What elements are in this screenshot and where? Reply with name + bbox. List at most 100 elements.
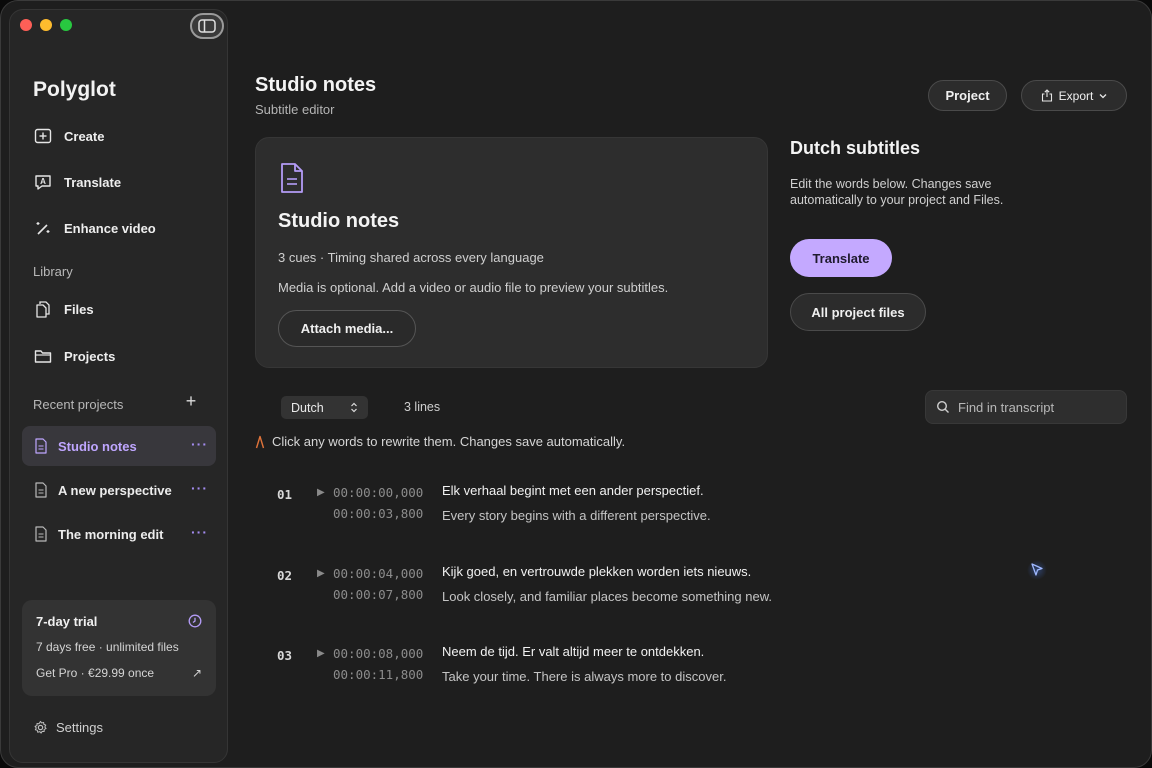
translate-button[interactable]: Translate (790, 239, 892, 277)
cue-translation: Take your time. There is always more to … (442, 669, 727, 684)
card-media-note: Media is optional. Add a video or audio … (278, 280, 669, 295)
export-button[interactable]: Export (1021, 80, 1127, 111)
recent-project-a-new-perspective[interactable]: A new perspective ··· (22, 470, 216, 510)
arrow-up-right-icon: ↗ (191, 666, 202, 680)
language-select-value: Dutch (291, 400, 324, 415)
cue-end-time[interactable]: 00:00:07,800 (333, 587, 423, 602)
magic-wand-icon (34, 219, 52, 237)
lines-count: 3 lines (404, 400, 441, 414)
cue-number: 02 (277, 568, 293, 583)
nav-item-enhance-video[interactable]: Enhance video (22, 209, 217, 247)
document-icon (279, 162, 305, 199)
cue-text[interactable]: Elk verhaal begint met een ander perspec… (442, 483, 704, 498)
library-section-label: Library (33, 264, 73, 279)
nav-item-label: Create (64, 128, 105, 144)
recent-projects-label: Recent projects (33, 397, 124, 412)
edit-hint: Click any words to rewrite them. Changes… (255, 434, 625, 449)
play-icon[interactable]: ▶ (317, 568, 325, 579)
nav-item-projects[interactable]: Projects (22, 337, 217, 375)
edit-cursor-icon (255, 435, 265, 448)
gear-icon (34, 720, 47, 734)
page-subtitle: Subtitle editor (255, 102, 335, 117)
cue-text[interactable]: Neem de tijd. Er valt altijd meer te ont… (442, 644, 704, 659)
cue-number: 01 (277, 487, 293, 502)
window-controls (20, 19, 72, 31)
nav-item-label: Files (64, 301, 94, 317)
zoom-window-button[interactable] (60, 19, 72, 31)
document-icon (35, 526, 47, 542)
cue-start-time[interactable]: 00:00:00,000 (333, 485, 423, 500)
app-name: Polyglot (33, 78, 116, 101)
side-panel-description: Edit the words below. Changes save autom… (790, 177, 1004, 207)
cue-number: 03 (277, 648, 293, 663)
files-icon (34, 300, 52, 318)
settings-label: Settings (56, 720, 103, 735)
cue-start-time[interactable]: 00:00:08,000 (333, 646, 423, 661)
recent-project-label: A new perspective (58, 482, 172, 498)
play-icon[interactable]: ▶ (317, 487, 325, 498)
svg-text:A: A (40, 177, 46, 186)
get-pro-link[interactable]: Get Pro · €29.99 once ↗ (36, 666, 202, 680)
cue-text[interactable]: Kijk goed, en vertrouwde plekken worden … (442, 564, 751, 579)
card-meta: 3 cues · Timing shared across every lang… (278, 250, 544, 265)
search-icon (936, 400, 949, 413)
transcript-search[interactable] (925, 390, 1127, 424)
nav-item-files[interactable]: Files (22, 290, 217, 328)
project-button[interactable]: Project (928, 80, 1007, 111)
sidebar-icon (198, 19, 216, 33)
pointer-cursor-icon (1031, 563, 1043, 576)
updown-chevron-icon (351, 402, 357, 413)
clock-icon (188, 614, 202, 633)
settings-button[interactable]: Settings (33, 720, 103, 735)
cue-row: 02 ▶ 00:00:04,000 00:00:07,800 Kijk goed… (277, 559, 837, 619)
cue-row: 01 ▶ 00:00:00,000 00:00:03,800 Elk verha… (277, 478, 837, 538)
cue-row: 03 ▶ 00:00:08,000 00:00:11,800 Neem de t… (277, 639, 837, 699)
app-window: Polyglot Create A Translate Enhance vide… (0, 0, 1152, 768)
attach-media-button[interactable]: Attach media... (278, 310, 416, 347)
share-icon (1041, 89, 1052, 102)
folder-icon (34, 347, 52, 365)
translate-icon: A (34, 173, 52, 191)
trial-title: 7-day trial (36, 614, 98, 629)
nav-item-translate[interactable]: A Translate (22, 163, 217, 201)
more-options-button[interactable]: ··· (191, 524, 208, 540)
sidebar-toggle-button[interactable] (190, 13, 224, 39)
nav-item-label: Enhance video (64, 220, 156, 236)
recent-project-studio-notes[interactable]: Studio notes ··· (22, 426, 216, 466)
sidebar: Polyglot Create A Translate Enhance vide… (9, 9, 228, 763)
cue-start-time[interactable]: 00:00:04,000 (333, 566, 423, 581)
close-window-button[interactable] (20, 19, 32, 31)
document-icon (35, 482, 47, 498)
language-select[interactable]: Dutch (281, 396, 368, 419)
cue-translation: Every story begins with a different pers… (442, 508, 711, 523)
hint-text: Click any words to rewrite them. Changes… (272, 434, 626, 449)
play-icon[interactable]: ▶ (317, 648, 325, 659)
trial-card: 7-day trial 7 days free · unlimited file… (22, 600, 216, 696)
recent-project-label: The morning edit (58, 526, 164, 542)
cue-end-time[interactable]: 00:00:11,800 (333, 667, 423, 682)
more-options-button[interactable]: ··· (191, 480, 208, 496)
nav-item-label: Projects (64, 348, 116, 364)
export-label: Export (1058, 88, 1094, 103)
card-title: Studio notes (278, 210, 400, 232)
nav-item-create[interactable]: Create (22, 117, 217, 155)
cue-end-time[interactable]: 00:00:03,800 (333, 506, 423, 521)
cue-translation: Look closely, and familiar places become… (442, 589, 772, 604)
page-title: Studio notes (255, 74, 377, 96)
more-options-button[interactable]: ··· (191, 436, 208, 452)
nav-item-label: Translate (64, 174, 122, 190)
minimize-window-button[interactable] (40, 19, 52, 31)
all-project-files-button[interactable]: All project files (790, 293, 926, 331)
recent-project-the-morning-edit[interactable]: The morning edit ··· (22, 514, 216, 554)
project-card: Studio notes 3 cues · Timing shared acro… (255, 137, 768, 368)
plus-square-icon (34, 127, 52, 145)
chevron-down-icon (1099, 93, 1107, 98)
trial-subtitle: 7 days free · unlimited files (36, 640, 179, 654)
get-pro-label: Get Pro · €29.99 once (36, 666, 155, 680)
document-icon (35, 438, 47, 454)
add-project-button[interactable]: + (182, 392, 200, 410)
side-panel-title: Dutch subtitles (790, 138, 921, 158)
recent-project-label: Studio notes (58, 438, 137, 454)
mouse-cursor (1027, 560, 1047, 580)
search-input[interactable] (958, 399, 1118, 415)
